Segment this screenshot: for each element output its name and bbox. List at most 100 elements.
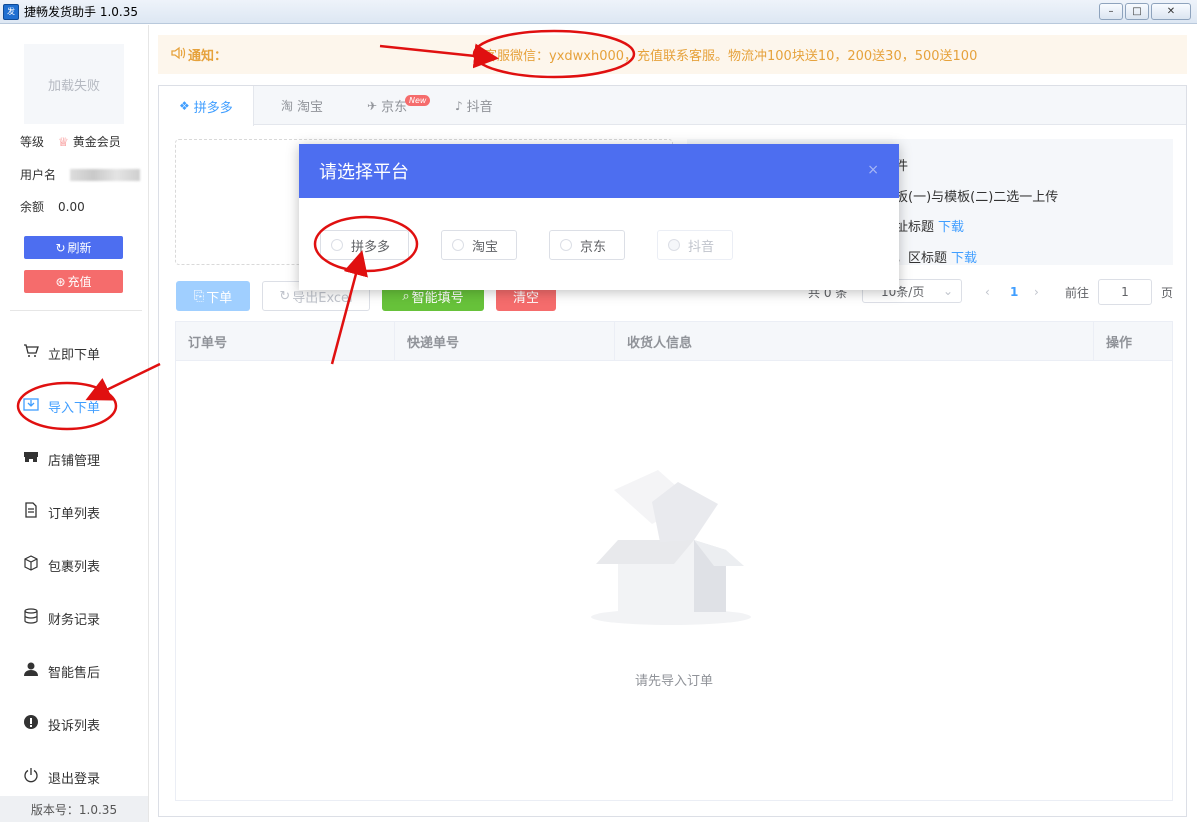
tab-pinduoduo[interactable]: ❖ 拼多多 — [159, 86, 254, 126]
download-link[interactable]: 下载 — [951, 251, 977, 266]
nav-label: 投诉列表 — [48, 718, 101, 734]
instruction-line: 址标题 下载 — [895, 216, 964, 235]
maximize-button[interactable]: □ — [1125, 3, 1149, 20]
order-label: 下单 — [206, 290, 233, 306]
balance-value: 0.00 — [58, 199, 85, 214]
nav-label: 订单列表 — [48, 506, 101, 522]
new-badge: New — [405, 95, 431, 106]
douyin-icon: ♪ — [455, 98, 463, 113]
notice-message: 客服微信：yxdwxh000，充值联系客服。物流冲100块送10，200送30，… — [484, 49, 978, 64]
speaker-icon — [170, 46, 186, 64]
download-link[interactable]: 下载 — [938, 220, 964, 235]
orders-table: 订单号 快递单号 收货人信息 操作 请先导入订单 — [175, 321, 1173, 801]
jd-icon: ✈ — [367, 98, 378, 113]
cart-icon — [22, 344, 40, 362]
instruction-line: ，区标题 下载 — [895, 247, 977, 266]
version-label: 版本号：1.0.35 — [0, 796, 148, 822]
export-icon: ↻ — [279, 288, 291, 304]
nav-label: 退出登录 — [48, 771, 101, 787]
sidebar: 加载失败 等级 ♕ 黄金会员 用户名 余额 0.00 ↻ 刷新 ⊛ 充值 立即下… — [0, 25, 149, 822]
level-label: 等级 — [20, 135, 45, 149]
chevron-down-icon: ⌄ — [942, 284, 953, 298]
nav-item-package-list[interactable]: 包裹列表 — [22, 554, 100, 576]
radio-circle — [560, 239, 572, 251]
database-icon — [22, 608, 40, 628]
nav-label: 智能售后 — [48, 665, 101, 681]
refresh-button[interactable]: ↻ 刷新 — [24, 236, 123, 259]
nav-item-import-order[interactable]: 导入下单 — [22, 395, 100, 417]
instruction-text: ，区标题 — [895, 251, 948, 266]
username-blurred — [70, 168, 141, 181]
column-header: 操作 — [1106, 336, 1133, 351]
username-label: 用户名 — [20, 168, 57, 182]
dialog-header: 请选择平台 × — [299, 144, 899, 198]
level-row: 等级 ♕ 黄金会员 — [20, 133, 121, 150]
nav-item-complaint-list[interactable]: 投诉列表 — [22, 713, 100, 735]
pdd-icon: ❖ — [179, 99, 190, 113]
balance-row: 余额 0.00 — [20, 198, 85, 215]
recharge-icon: ⊛ — [55, 274, 66, 289]
window-controls: – □ ✕ — [1099, 3, 1191, 20]
table-header: 订单号 快递单号 收货人信息 操作 — [176, 322, 1172, 361]
nav-label: 财务记录 — [48, 612, 101, 628]
username-row: 用户名 — [20, 166, 141, 183]
goto-page-input[interactable]: 1 — [1098, 279, 1152, 305]
power-icon — [22, 767, 40, 787]
level-value: ♕ 黄金会员 — [58, 133, 121, 150]
radio-circle — [668, 239, 680, 251]
package-icon — [22, 555, 40, 575]
column-header: 订单号 — [176, 322, 395, 361]
notice-label: 通知： — [170, 45, 227, 64]
sidebar-divider — [10, 310, 142, 311]
nav-label: 导入下单 — [48, 400, 101, 416]
prev-page-button[interactable]: ‹ — [985, 279, 990, 305]
nav-item-store-management[interactable]: 店铺管理 — [22, 448, 100, 470]
instruction-text: 址标题 — [895, 220, 935, 235]
crown-icon: ♕ — [58, 134, 69, 149]
column-header: 快递单号 — [395, 322, 615, 361]
radio-label: 淘宝 — [472, 239, 499, 255]
tab-douyin[interactable]: ♪ 抖音 — [435, 86, 513, 125]
app-icon: 发 — [3, 3, 19, 20]
refresh-label: 刷新 — [67, 241, 92, 255]
warning-icon — [22, 714, 40, 734]
radio-option-pinduoduo[interactable]: 拼多多 — [320, 230, 409, 260]
nav-item-place-order[interactable]: 立即下单 — [22, 342, 100, 364]
nav-label: 包裹列表 — [48, 559, 101, 575]
search-icon: ⌕ — [402, 288, 410, 304]
window-title-bar: 发 捷畅发货助手 1.0.35 – □ ✕ — [0, 0, 1197, 24]
radio-option-douyin: 抖音 — [657, 230, 733, 260]
radio-option-jd[interactable]: 京东 — [549, 230, 625, 260]
nav-item-order-list[interactable]: 订单列表 — [22, 501, 100, 523]
next-page-button[interactable]: › — [1034, 279, 1039, 305]
radio-label: 拼多多 — [351, 239, 391, 255]
nav-item-after-sales[interactable]: 智能售后 — [22, 660, 100, 682]
current-page[interactable]: 1 — [1010, 279, 1018, 305]
radio-label: 京东 — [580, 239, 607, 255]
close-window-button[interactable]: ✕ — [1151, 3, 1191, 20]
nav-item-logout[interactable]: 退出登录 — [22, 766, 100, 788]
nav-label: 店铺管理 — [48, 453, 101, 469]
select-platform-dialog: 请选择平台 × 拼多多 淘宝 京东 抖音 — [299, 144, 899, 290]
recharge-button[interactable]: ⊛ 充值 — [24, 270, 123, 293]
tab-label: 淘宝 — [297, 100, 324, 115]
app-icon-glyph: 发 — [7, 7, 15, 16]
tab-label: 京东 — [381, 100, 408, 115]
minimize-button[interactable]: – — [1099, 3, 1123, 20]
empty-box-icon — [586, 462, 756, 636]
order-icon: ⎘ — [193, 288, 205, 304]
nav-label: 立即下单 — [48, 347, 101, 363]
close-icon[interactable]: × — [867, 162, 879, 178]
tab-taobao[interactable]: 淘 淘宝 — [261, 86, 343, 125]
username-value — [70, 168, 141, 181]
column-header: 收货人信息 — [615, 322, 1094, 361]
place-order-button[interactable]: ⎘ 下单 — [176, 281, 250, 311]
radio-option-taobao[interactable]: 淘宝 — [441, 230, 517, 260]
avatar: 加载失败 — [24, 44, 124, 124]
tab-label: 抖音 — [466, 100, 493, 115]
user-icon — [22, 661, 40, 681]
goto-label: 前往 — [1065, 285, 1090, 300]
import-icon — [22, 397, 40, 415]
nav-item-finance-records[interactable]: 财务记录 — [22, 607, 100, 629]
empty-state-text: 请先导入订单 — [634, 674, 713, 689]
